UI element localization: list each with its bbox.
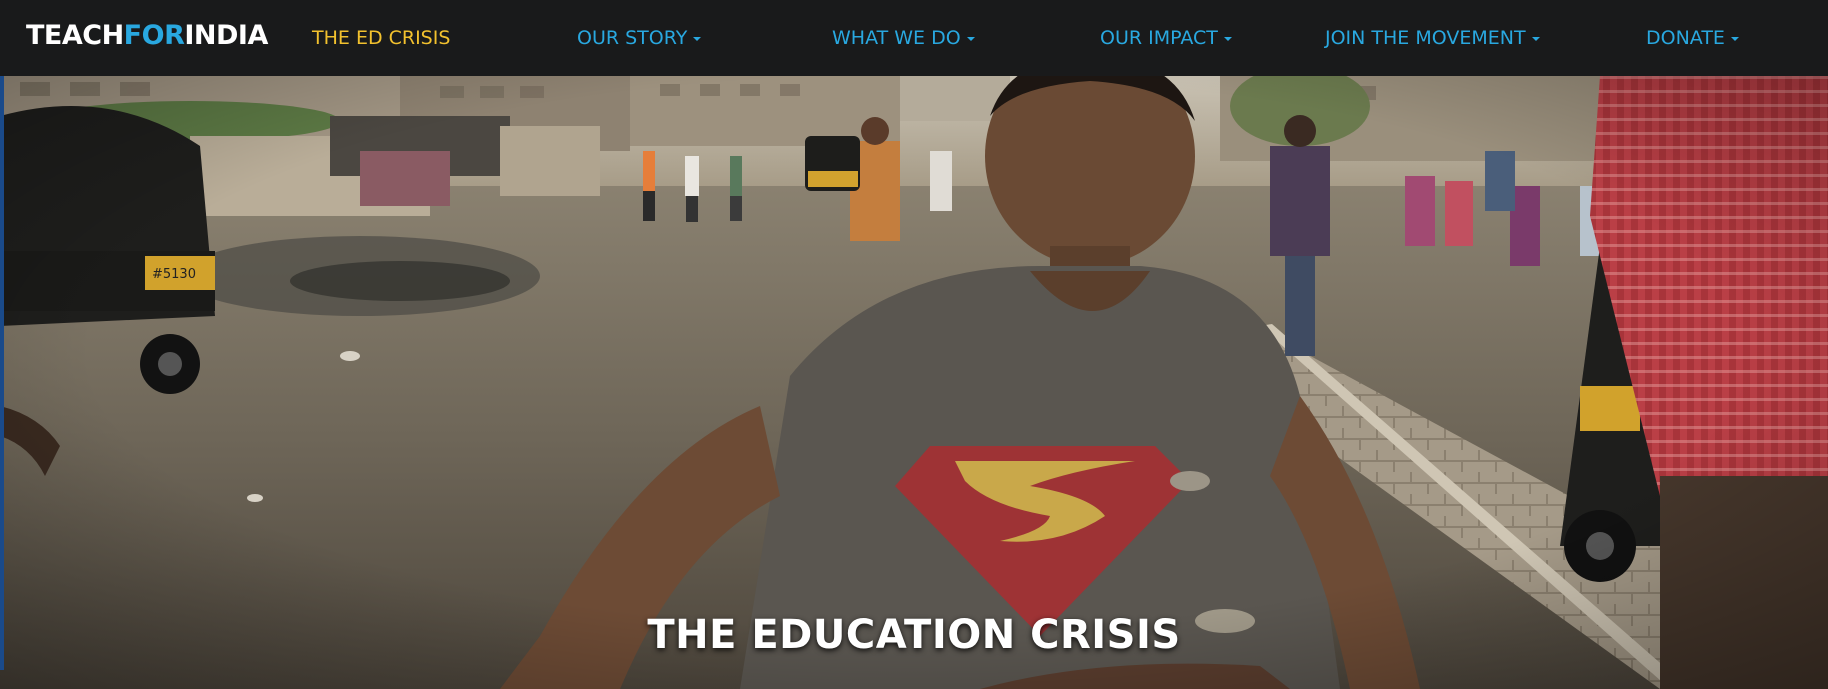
chevron-down-icon bbox=[966, 36, 975, 41]
nav-item-our-impact[interactable]: OUR IMPACT bbox=[1100, 22, 1232, 54]
logo-text-for: FOR bbox=[123, 20, 185, 51]
nav-item-label: DONATE bbox=[1646, 27, 1725, 49]
chevron-down-icon bbox=[693, 36, 702, 41]
left-edge-strip bbox=[0, 76, 4, 670]
hero-title: THE EDUCATION CRISIS bbox=[647, 612, 1181, 658]
hero-banner: #5130 bbox=[0, 76, 1828, 689]
logo-text-india: INDIA bbox=[184, 20, 268, 51]
chevron-down-icon bbox=[1223, 36, 1232, 41]
nav-item-join-the-movement[interactable]: JOIN THE MOVEMENT bbox=[1325, 22, 1540, 54]
nav-item-label: OUR STORY bbox=[577, 27, 688, 49]
chevron-down-icon bbox=[1531, 36, 1540, 41]
nav-item-our-story[interactable]: OUR STORY bbox=[577, 22, 702, 54]
nav-item-the-ed-crisis[interactable]: THE ED CRISIS bbox=[312, 22, 450, 54]
nav-item-what-we-do[interactable]: WHAT WE DO bbox=[832, 22, 975, 54]
nav-item-label: THE ED CRISIS bbox=[312, 27, 451, 49]
nav-item-label: WHAT WE DO bbox=[832, 27, 961, 49]
nav-item-donate[interactable]: DONATE bbox=[1646, 22, 1739, 54]
nav-item-label: JOIN THE MOVEMENT bbox=[1325, 27, 1526, 49]
logo-text-teach: TEACH bbox=[26, 20, 124, 51]
teach-for-india-logo[interactable]: TEACHFORINDIA bbox=[26, 18, 268, 54]
chevron-down-icon bbox=[1730, 36, 1739, 41]
hero-street-photo: #5130 bbox=[0, 76, 1828, 689]
top-navbar: TEACHFORINDIA THE ED CRISIS OUR STORY WH… bbox=[0, 0, 1828, 76]
nav-item-label: OUR IMPACT bbox=[1100, 27, 1218, 49]
